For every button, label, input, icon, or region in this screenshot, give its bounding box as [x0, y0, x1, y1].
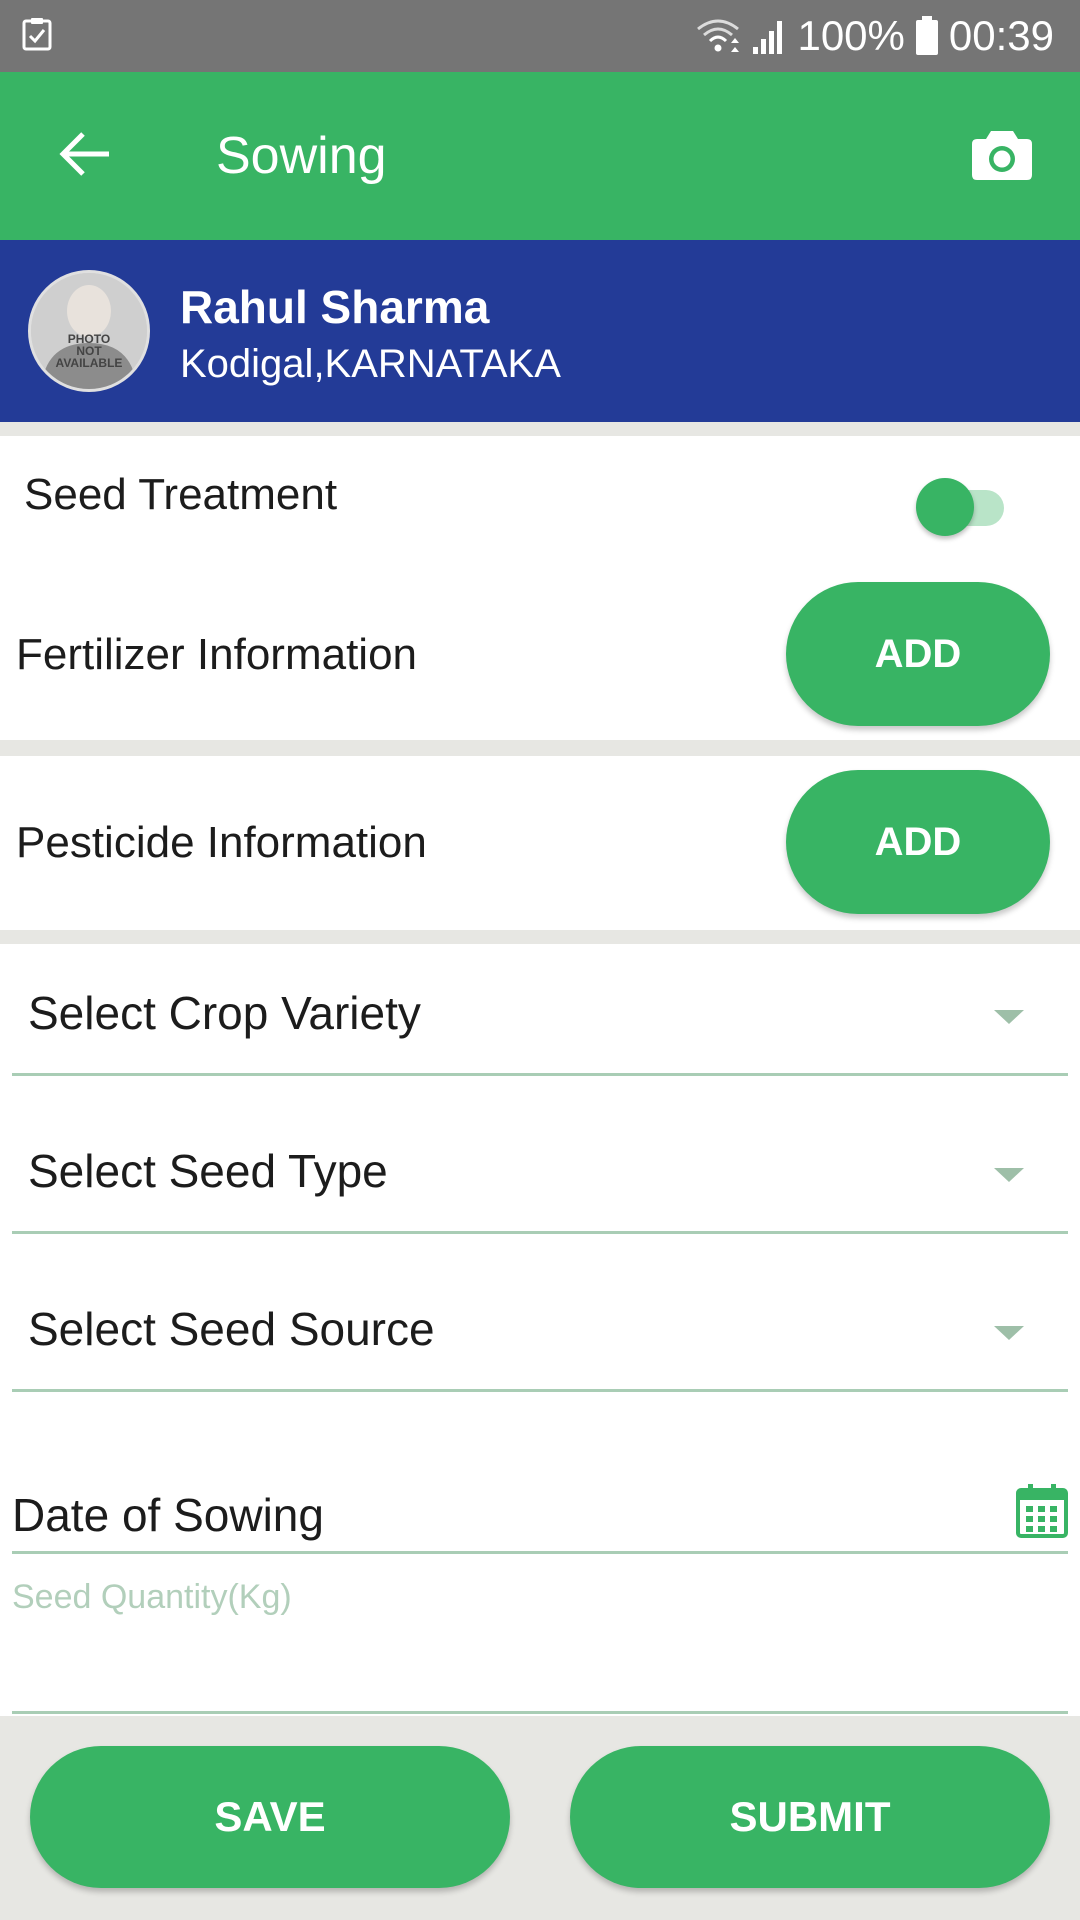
app-bar: Sowing	[0, 72, 1080, 240]
date-of-sowing-value: Date of Sowing	[12, 1489, 324, 1541]
seed-type-value: Select Seed Type	[28, 1145, 388, 1197]
seed-quantity-placeholder: Seed Quantity(Kg)	[12, 1578, 292, 1616]
submit-button[interactable]: SUBMIT	[570, 1746, 1050, 1888]
seed-quantity-input[interactable]: Seed Quantity(Kg)	[12, 1574, 1068, 1714]
crop-variety-value: Select Crop Variety	[28, 987, 421, 1039]
task-check-icon	[22, 17, 52, 56]
caret-down-icon	[994, 1010, 1024, 1024]
toggle-thumb	[916, 478, 974, 536]
sowing-screen: 100% 00:39 Sowing PHOTO NOT AVAILABLE Ra…	[0, 0, 1080, 1920]
section-divider	[0, 422, 1080, 436]
camera-button[interactable]	[962, 116, 1042, 196]
caret-down-icon	[994, 1168, 1024, 1182]
signal-icon	[751, 17, 787, 55]
farmer-profile-header: PHOTO NOT AVAILABLE Rahul Sharma Kodigal…	[0, 240, 1080, 422]
status-bar: 100% 00:39	[0, 0, 1080, 72]
crop-variety-dropdown[interactable]: Select Crop Variety	[12, 946, 1068, 1076]
farmer-location: Kodigal,KARNATAKA	[180, 342, 561, 386]
pesticide-information-label: Pesticide Information	[16, 818, 427, 867]
seed-type-dropdown[interactable]: Select Seed Type	[12, 1104, 1068, 1234]
seed-source-value: Select Seed Source	[28, 1303, 435, 1355]
camera-icon	[971, 127, 1033, 186]
section-divider	[0, 930, 1080, 944]
seed-treatment-toggle[interactable]	[916, 472, 1008, 536]
add-pesticide-button[interactable]: ADD	[786, 770, 1050, 914]
clock: 00:39	[948, 12, 1054, 59]
avatar-text-3: AVAILABLE	[56, 356, 123, 370]
save-button[interactable]: SAVE	[30, 1746, 510, 1888]
fertilizer-information-label: Fertilizer Information	[16, 630, 418, 679]
arrow-left-icon	[59, 131, 111, 182]
seed-treatment-label: Seed Treatment	[24, 470, 338, 519]
section-divider	[0, 740, 1080, 756]
seed-source-dropdown[interactable]: Select Seed Source	[12, 1262, 1068, 1392]
calendar-icon[interactable]	[1016, 1484, 1068, 1538]
back-button[interactable]	[50, 121, 120, 191]
add-fertilizer-button[interactable]: ADD	[786, 582, 1050, 726]
battery-percent: 100%	[797, 12, 905, 59]
page-title: Sowing	[216, 127, 387, 185]
caret-down-icon	[994, 1326, 1024, 1340]
date-of-sowing-field[interactable]: Date of Sowing	[12, 1440, 1068, 1554]
battery-icon	[915, 16, 939, 56]
avatar: PHOTO NOT AVAILABLE	[28, 270, 150, 392]
farmer-name: Rahul Sharma	[180, 281, 490, 333]
wifi-icon	[695, 17, 741, 55]
